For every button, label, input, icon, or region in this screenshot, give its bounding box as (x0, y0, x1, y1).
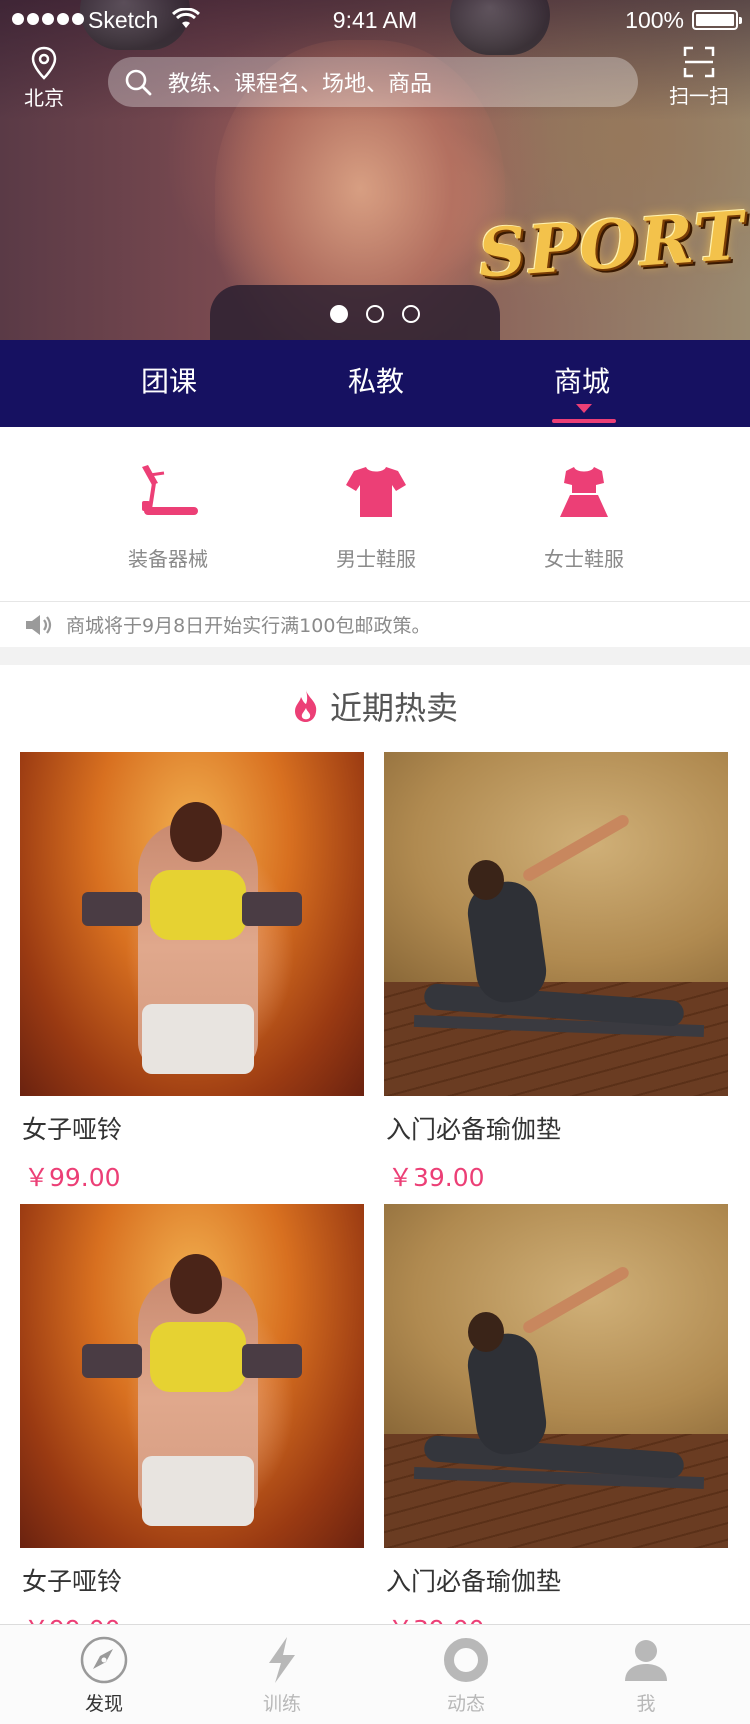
carousel-dot-2[interactable] (366, 305, 384, 323)
notice-bar[interactable]: 商城将于9月8日开始实行满100包邮政策。 (0, 601, 750, 647)
category-womens-apparel[interactable]: 女士鞋服 (504, 463, 664, 572)
tab-label: 私教 (347, 365, 404, 398)
location-selector[interactable]: 北京 (18, 46, 70, 111)
product-image (20, 1204, 364, 1548)
category-mens-apparel[interactable]: 男士鞋服 (296, 463, 456, 572)
product-price: ￥99.00 (24, 1163, 121, 1192)
battery-icon (692, 10, 742, 30)
tab-bar: 团课 私教 商城 (0, 340, 750, 427)
tab-personal-trainer[interactable]: 私教 (316, 340, 436, 427)
section-divider (0, 647, 750, 665)
user-icon (625, 1640, 667, 1681)
product-name: 入门必备瑜伽垫 (386, 1115, 562, 1144)
product-image (384, 1204, 728, 1548)
category-label: 男士鞋服 (336, 547, 416, 571)
carousel-dot-3[interactable] (402, 305, 420, 323)
category-row: 装备器械 男士鞋服 女士鞋服 (0, 427, 750, 601)
dress-icon (560, 467, 608, 517)
category-label: 女士鞋服 (544, 547, 624, 571)
nav-training[interactable]: 训练 (222, 1635, 342, 1716)
product-image (20, 752, 364, 1096)
nav-label: 训练 (262, 1693, 301, 1715)
ring-icon (444, 1638, 488, 1682)
product-card[interactable]: 入门必备瑜伽垫 ￥39.00 (384, 1204, 728, 1646)
notice-text: 商城将于9月8日开始实行满100包邮政策。 (66, 615, 431, 637)
search-input[interactable]: 教练、课程名、场地、商品 (108, 57, 638, 107)
city-label: 北京 (24, 86, 64, 110)
product-name: 女子哑铃 (22, 1567, 123, 1596)
hot-section-title: 近期热卖 (329, 689, 458, 727)
nav-feed[interactable]: 动态 (406, 1635, 526, 1716)
product-price: ￥39.00 (388, 1163, 485, 1192)
hot-section-header: 近期热卖 (0, 680, 750, 732)
status-bar: Sketch 9:41 AM 100% (0, 0, 750, 40)
active-tab-caret-icon (576, 404, 592, 413)
search-placeholder: 教练、课程名、场地、商品 (168, 72, 433, 97)
location-pin-icon (31, 46, 57, 80)
speaker-icon (26, 614, 52, 635)
tab-shop[interactable]: 商城 (522, 340, 642, 427)
tshirt-icon (346, 467, 406, 517)
bottom-tab-bar: 发现 训练 动态 我 (0, 1624, 750, 1724)
scan-button[interactable]: 扫一扫 (668, 46, 730, 109)
sport-logo: SPORT (475, 196, 748, 293)
fire-icon (294, 690, 317, 722)
nav-label: 我 (636, 1693, 656, 1715)
carousel-dot-1[interactable] (330, 305, 348, 323)
scan-icon (683, 46, 715, 78)
hero-banner[interactable]: SPORT (0, 0, 750, 340)
product-card[interactable]: 女子哑铃 ￥99.00 (20, 752, 364, 1194)
tab-label: 团课 (140, 365, 197, 398)
category-label: 装备器械 (128, 547, 208, 571)
product-image (384, 752, 728, 1096)
tab-group-class[interactable]: 团课 (109, 340, 229, 427)
tab-label: 商城 (553, 365, 610, 398)
treadmill-icon (142, 465, 198, 515)
battery-percentage: 100% (625, 7, 684, 33)
carousel-indicators (330, 305, 420, 323)
lightning-icon (269, 1637, 295, 1683)
category-equipment[interactable]: 装备器械 (88, 463, 248, 572)
product-card[interactable]: 入门必备瑜伽垫 ￥39.00 (384, 752, 728, 1194)
active-tab-underline (552, 419, 616, 423)
nav-label: 发现 (84, 1693, 123, 1715)
product-name: 女子哑铃 (22, 1115, 123, 1144)
product-card[interactable]: 女子哑铃 ￥99.00 (20, 1204, 364, 1646)
nav-profile[interactable]: 我 (586, 1635, 706, 1716)
nav-label: 动态 (446, 1693, 485, 1715)
search-icon (125, 69, 152, 96)
nav-discover[interactable]: 发现 (44, 1635, 164, 1716)
scan-label: 扫一扫 (669, 84, 729, 108)
product-name: 入门必备瑜伽垫 (386, 1567, 562, 1596)
compass-icon (80, 1636, 128, 1684)
